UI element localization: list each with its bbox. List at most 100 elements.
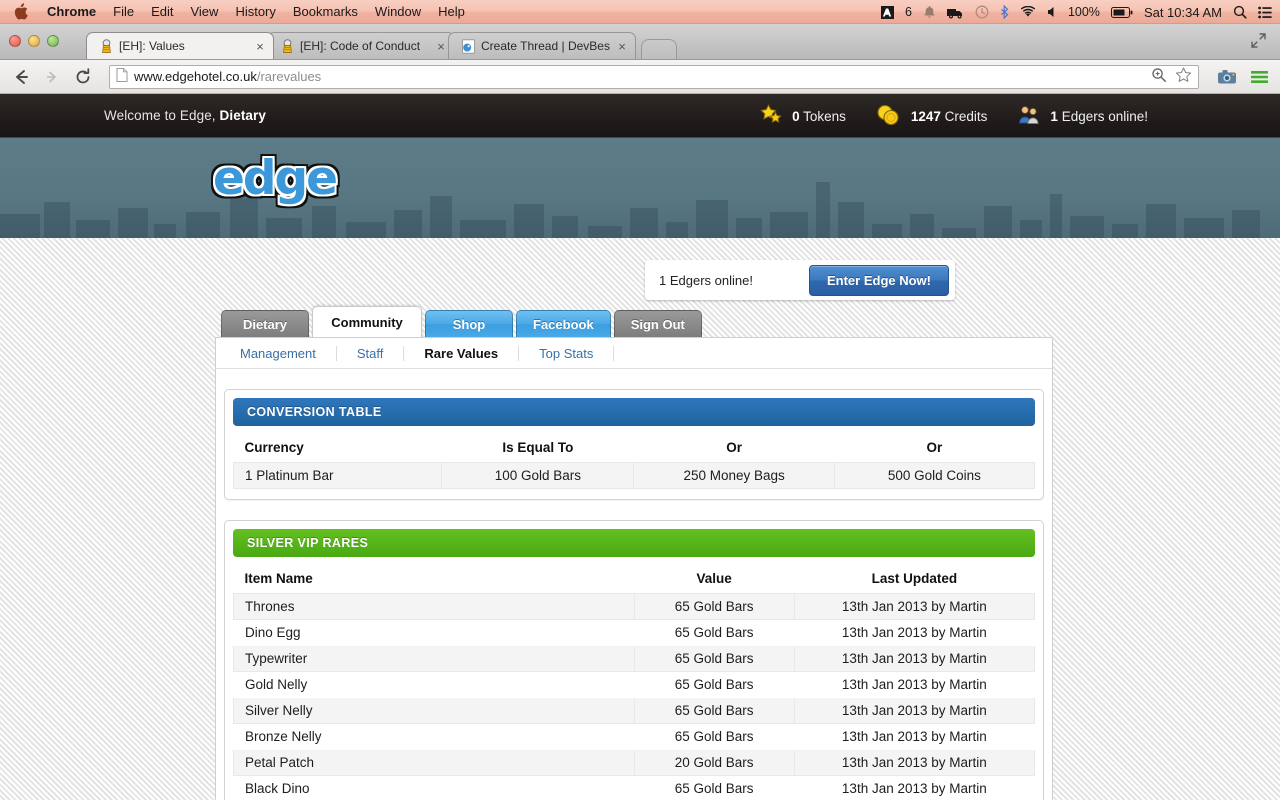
online-stat[interactable]: 1 Edgers online! (1017, 104, 1148, 129)
online-value: 1 (1050, 108, 1058, 124)
subnav-item-top-stats[interactable]: Top Stats (519, 345, 615, 361)
nav-tab-dietary[interactable]: Dietary (221, 310, 309, 337)
city-skyline-graphic (0, 182, 1260, 238)
tokens-value: 0 (792, 108, 800, 124)
menu-file[interactable]: File (113, 4, 134, 19)
silver-vip-rares-title: SILVER VIP RARES (233, 529, 1035, 557)
credits-stat[interactable]: 1247 Credits (876, 104, 988, 129)
menu-window[interactable]: Window (375, 4, 421, 19)
devbest-icon (461, 38, 476, 54)
silver-vip-rares-table: Item Name Value Last Updated Thrones 65 G… (233, 565, 1036, 800)
table-row[interactable]: Gold Nelly 65 Gold Bars 13th Jan 2013 by M… (234, 672, 1035, 698)
subnav-item-management[interactable]: Management (220, 345, 337, 361)
table-header-row: Currency Is Equal To Or Or (234, 434, 1035, 463)
cell-item-name: Dino Egg (245, 625, 301, 640)
cell-equal: 100 Gold Bars (441, 462, 635, 489)
cell-value: 65 Gold Bars (674, 781, 754, 796)
toolbar-right (1212, 66, 1270, 88)
table-row[interactable]: 1 Platinum Bar 100 Gold Bars 250 Money B… (232, 462, 1036, 489)
table-row[interactable]: Typewriter 65 Gold Bars 13th Jan 2013 by M… (233, 645, 1036, 672)
address-bar-text: www.edgehotel.co.uk/rarevalues (134, 69, 321, 84)
minimize-window-button[interactable] (28, 35, 40, 47)
nav-tab-sign-out[interactable]: Sign Out (613, 310, 702, 337)
cell-last-updated: 13th Jan 2013 by Martin (793, 749, 1036, 776)
col-or-1: Or (726, 440, 742, 455)
col-currency: Currency (244, 440, 304, 455)
conversion-table-card: CONVERSION TABLE Currency Is Equal To Or… (224, 389, 1044, 500)
col-is-equal-to: Is Equal To (502, 440, 574, 455)
table-row[interactable]: Bronze Nelly 65 Gold Bars 13th Jan 2013 by… (234, 724, 1035, 750)
credits-value: 1247 (910, 108, 941, 124)
user-stats: 0 Tokens 1247 Credits 1 Edgers online! (759, 94, 1148, 138)
clock-icon[interactable] (975, 5, 989, 19)
cell-item-name: Bronze Nelly (245, 729, 322, 744)
volume-icon[interactable] (1047, 6, 1057, 18)
silver-vip-rares-card: SILVER VIP RARES Item Name Value Last Up… (224, 520, 1044, 800)
table-row[interactable]: Dino Egg 65 Gold Bars 13th Jan 2013 by Mar… (234, 620, 1035, 646)
notification-center-icon[interactable] (1258, 6, 1272, 19)
welcome-message: Welcome to Edge, Dietary (104, 108, 266, 123)
zoom-magnifier-icon[interactable] (1151, 67, 1167, 86)
edge-hotel-icon (280, 38, 295, 54)
new-tab-button[interactable] (641, 39, 677, 59)
site-logo[interactable]: edge (213, 151, 338, 206)
browser-tab-1[interactable]: [EH]: Values × (86, 32, 274, 59)
subnav-item-staff[interactable]: Staff (337, 345, 405, 361)
close-window-button[interactable] (9, 35, 21, 47)
subnav-item-rare-values[interactable]: Rare Values (404, 345, 520, 361)
menu-view[interactable]: View (190, 4, 218, 19)
tokens-label: Tokens (799, 108, 846, 124)
battery-icon[interactable] (1110, 6, 1133, 18)
browser-tab-3[interactable]: Create Thread | DevBest.cc × (448, 32, 636, 59)
nav-tab-community[interactable]: Community (312, 306, 422, 337)
table-row[interactable]: Petal Patch 20 Gold Bars 13th Jan 2013 by … (233, 749, 1036, 776)
fullscreen-arrows-icon[interactable] (1251, 33, 1266, 53)
os-menu-bar: Chrome File Edit View History Bookmarks … (0, 0, 1280, 24)
cell-item-name: Petal Patch (233, 749, 635, 776)
menu-help[interactable]: Help (438, 4, 465, 19)
chrome-window: [EH]: Values × [EH]: Code of Conduct × C… (0, 24, 1280, 800)
browser-tab-2[interactable]: [EH]: Code of Conduct × (267, 32, 455, 59)
menu-bookmarks[interactable]: Bookmarks (293, 4, 358, 19)
star-icon[interactable] (1175, 67, 1192, 86)
menu-chrome[interactable]: Chrome (47, 4, 96, 19)
adobe-a-icon[interactable] (881, 5, 894, 19)
enter-edge-button[interactable]: Enter Edge Now! (808, 264, 949, 296)
nav-tab-facebook[interactable]: Facebook (516, 310, 611, 337)
tab-title-3: Create Thread | DevBest.cc (481, 39, 610, 53)
nav-tab-shop[interactable]: Shop (425, 310, 513, 337)
os-clock[interactable]: Sat 10:34 AM (1144, 5, 1222, 20)
cell-last-updated: 13th Jan 2013 by Martin (841, 677, 987, 692)
close-tab-1-button[interactable]: × (253, 39, 267, 54)
close-tab-3-button[interactable]: × (615, 39, 629, 54)
bluetooth-icon[interactable] (1000, 5, 1009, 19)
search-icon[interactable] (1233, 5, 1247, 19)
zoom-window-button[interactable] (47, 35, 59, 47)
wifi-icon[interactable] (1020, 6, 1036, 18)
cell-or-1: 250 Money Bags (633, 462, 835, 489)
col-item-name: Item Name (244, 571, 313, 586)
star-token-icon (759, 103, 783, 129)
camera-extension-icon[interactable] (1216, 66, 1238, 88)
cell-item-name: Black Dino (245, 781, 310, 796)
cell-value: 65 Gold Bars (674, 677, 754, 692)
window-controls[interactable] (9, 35, 59, 47)
truck-icon[interactable] (946, 6, 964, 19)
tokens-stat[interactable]: 0 Tokens (759, 103, 846, 129)
reload-icon[interactable] (72, 66, 94, 88)
menu-edit[interactable]: Edit (151, 4, 173, 19)
battery-percent: 100% (1067, 5, 1100, 19)
close-tab-2-button[interactable]: × (434, 39, 448, 54)
apple-logo-icon[interactable] (14, 3, 30, 20)
forward-arrow-icon (41, 66, 63, 88)
address-bar[interactable]: www.edgehotel.co.uk/rarevalues (109, 64, 1199, 89)
bell-icon[interactable] (923, 5, 936, 19)
credits-text: 1247 Credits (911, 109, 988, 124)
table-row[interactable]: Silver Nelly 65 Gold Bars 13th Jan 2013 by… (233, 697, 1036, 724)
online-callout-text: 1 Edgers online! (659, 272, 753, 288)
hamburger-menu-icon[interactable] (1248, 66, 1270, 88)
back-arrow-icon[interactable] (10, 66, 32, 88)
table-row[interactable]: Thrones 65 Gold Bars 13th Jan 2013 by Mart… (233, 593, 1036, 620)
menu-history[interactable]: History (235, 4, 275, 19)
table-row[interactable]: Black Dino 65 Gold Bars 13th Jan 2013 by M… (234, 776, 1035, 800)
